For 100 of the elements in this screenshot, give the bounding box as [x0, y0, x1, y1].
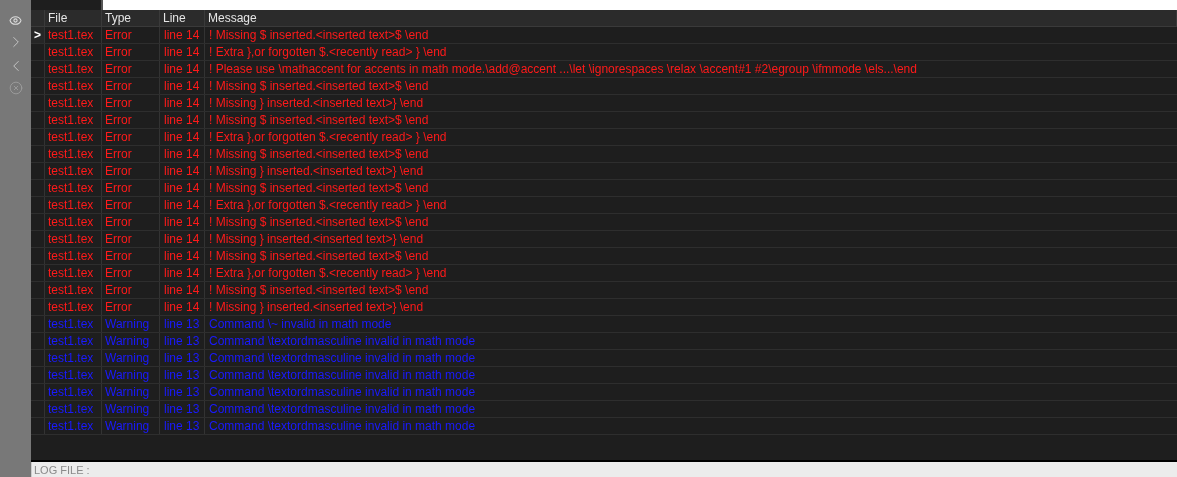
type-cell: Error	[102, 265, 160, 281]
line-cell: line 14	[160, 146, 205, 162]
log-row[interactable]: test1.tex Error line 14 ! Missing } inserted.<inserted text>} \end	[31, 231, 1177, 248]
type-cell: Error	[102, 78, 160, 94]
type-cell: Error	[102, 214, 160, 230]
type-cell: Warning	[102, 401, 160, 417]
file-cell: test1.tex	[45, 265, 102, 281]
log-row[interactable]: test1.tex Error line 14 ! Missing $ inserted.<inserted text>$ \end	[31, 282, 1177, 299]
file-cell: test1.tex	[45, 197, 102, 213]
eye-icon[interactable]	[9, 14, 22, 27]
log-row[interactable]: > test1.tex Error line 14 ! Missing $ inserted.<inserted text>$ \end	[31, 27, 1177, 44]
line-cell: line 14	[160, 214, 205, 230]
line-cell: line 14	[160, 163, 205, 179]
file-cell: test1.tex	[45, 350, 102, 366]
message-cell-text: ! Missing $ inserted.<inserted text>$ \end	[208, 27, 430, 43]
type-cell: Error	[102, 248, 160, 264]
type-cell: Error	[102, 61, 160, 77]
type-cell: Error	[102, 129, 160, 145]
line-cell: line 13	[160, 316, 205, 332]
file-cell: test1.tex	[45, 44, 102, 60]
log-row[interactable]: test1.tex Error line 14 ! Extra },or forgotten $.<recently read> } \end	[31, 44, 1177, 61]
message-cell-text: ! Missing $ inserted.<inserted text>$ \end	[208, 112, 430, 128]
line-cell: line 14	[160, 27, 205, 43]
file-cell: test1.tex	[45, 401, 102, 417]
file-cell: test1.tex	[45, 282, 102, 298]
file-cell: test1.tex	[45, 27, 102, 43]
message-cell-text: Command \textordmasculine invalid in math mode	[208, 418, 477, 434]
file-cell: test1.tex	[45, 78, 102, 94]
file-cell: test1.tex	[45, 248, 102, 264]
type-cell: Warning	[102, 350, 160, 366]
file-cell: test1.tex	[45, 316, 102, 332]
message-cell-text: ! Missing $ inserted.<inserted text>$ \end	[208, 248, 430, 264]
current-row-cell: >	[31, 27, 45, 43]
log-row[interactable]: test1.tex Error line 14 ! Missing $ inserted.<inserted text>$ \end	[31, 180, 1177, 197]
line-cell: line 13	[160, 333, 205, 349]
line-cell: line 13	[160, 350, 205, 366]
log-row[interactable]: test1.tex Error line 14 ! Extra },or forgotten $.<recently read> } \end	[31, 197, 1177, 214]
message-cell-text: Command \~ invalid in math mode	[208, 316, 393, 332]
column-header[interactable]: Message	[205, 10, 1177, 26]
line-cell: line 14	[160, 129, 205, 145]
line-cell: line 14	[160, 248, 205, 264]
line-cell: line 14	[160, 282, 205, 298]
message-cell-text: Command \textordmasculine invalid in math mode	[208, 333, 477, 349]
type-cell: Error	[102, 282, 160, 298]
line-cell: line 14	[160, 231, 205, 247]
log-row[interactable]: test1.tex Error line 14 ! Missing $ inserted.<inserted text>$ \end	[31, 146, 1177, 163]
message-cell-text: ! Missing $ inserted.<inserted text>$ \end	[208, 146, 430, 162]
file-cell: test1.tex	[45, 214, 102, 230]
type-cell: Error	[102, 44, 160, 60]
type-cell: Error	[102, 163, 160, 179]
file-cell: test1.tex	[45, 112, 102, 128]
log-row[interactable]: test1.tex Error line 14 ! Missing } inserted.<inserted text>} \end	[31, 299, 1177, 316]
type-cell: Error	[102, 112, 160, 128]
line-cell: line 14	[160, 299, 205, 315]
line-cell: line 13	[160, 418, 205, 434]
type-cell: Error	[102, 180, 160, 196]
file-cell: test1.tex	[45, 95, 102, 111]
file-cell: test1.tex	[45, 367, 102, 383]
message-cell-text: ! Extra },or forgotten $.<recently read> } \end	[208, 129, 448, 145]
column-header[interactable]: Line	[160, 10, 205, 26]
type-cell: Warning	[102, 333, 160, 349]
type-cell: Warning	[102, 384, 160, 400]
file-cell: test1.tex	[45, 333, 102, 349]
file-cell: test1.tex	[45, 231, 102, 247]
log-row[interactable]: test1.tex Error line 14 ! Missing } inserted.<inserted text>} \end	[31, 95, 1177, 112]
type-cell: Error	[102, 27, 160, 43]
type-cell: Error	[102, 231, 160, 247]
message-cell-text: ! Extra },or forgotten $.<recently read> } \end	[208, 197, 448, 213]
type-cell: Warning	[102, 316, 160, 332]
line-cell: line 14	[160, 78, 205, 94]
log-row[interactable]: test1.tex Error line 14 ! Missing $ inserted.<inserted text>$ \end	[31, 248, 1177, 265]
line-cell: line 13	[160, 384, 205, 400]
type-cell: Error	[102, 299, 160, 315]
line-cell: line 14	[160, 180, 205, 196]
log-row[interactable]: test1.tex Error line 14 ! Extra },or forgotten $.<recently read> } \end	[31, 265, 1177, 282]
message-cell-text: ! Missing } inserted.<inserted text>} \end	[208, 231, 425, 247]
line-cell: line 13	[160, 367, 205, 383]
column-header[interactable]: Type	[102, 10, 160, 26]
message-cell-text: ! Extra },or forgotten $.<recently read> } \end	[208, 265, 448, 281]
message-cell-text: ! Extra },or forgotten $.<recently read> } \end	[208, 44, 448, 60]
type-cell: Warning	[102, 418, 160, 434]
message-cell-text: ! Missing $ inserted.<inserted text>$ \end	[208, 282, 430, 298]
log-row[interactable]: test1.tex Error line 14 ! Missing $ inserted.<inserted text>$ \end	[31, 78, 1177, 95]
log-row[interactable]: test1.tex Error line 14 ! Missing $ inserted.<inserted text>$ \end	[31, 214, 1177, 231]
message-cell-text: ! Missing } inserted.<inserted text>} \end	[208, 299, 425, 315]
message-cell-text: Command \textordmasculine invalid in math mode	[208, 401, 477, 417]
message-cell-text: ! Missing $ inserted.<inserted text>$ \end	[208, 78, 430, 94]
clear-icon[interactable]	[8, 81, 23, 95]
log-row[interactable]: test1.tex Error line 14 ! Please use \mathaccent for accents in math mode.\add@accent ...\let \ignorespaces \relax \accent#1 #2\egroup \ifmmode \els...\end	[31, 61, 1177, 78]
line-cell: line 14	[160, 61, 205, 77]
line-cell: line 14	[160, 44, 205, 60]
column-header[interactable]: File	[45, 10, 102, 26]
file-cell: test1.tex	[45, 180, 102, 196]
log-row[interactable]: test1.tex Error line 14 ! Missing $ inserted.<inserted text>$ \end	[31, 112, 1177, 129]
file-cell: test1.tex	[45, 146, 102, 162]
message-cell-text: Command \textordmasculine invalid in math mode	[208, 384, 477, 400]
type-cell: Error	[102, 146, 160, 162]
log-row[interactable]: test1.tex Error line 14 ! Extra },or forgotten $.<recently read> } \end	[31, 129, 1177, 146]
file-cell: test1.tex	[45, 163, 102, 179]
log-row[interactable]: test1.tex Error line 14 ! Missing } inserted.<inserted text>} \end	[31, 163, 1177, 180]
